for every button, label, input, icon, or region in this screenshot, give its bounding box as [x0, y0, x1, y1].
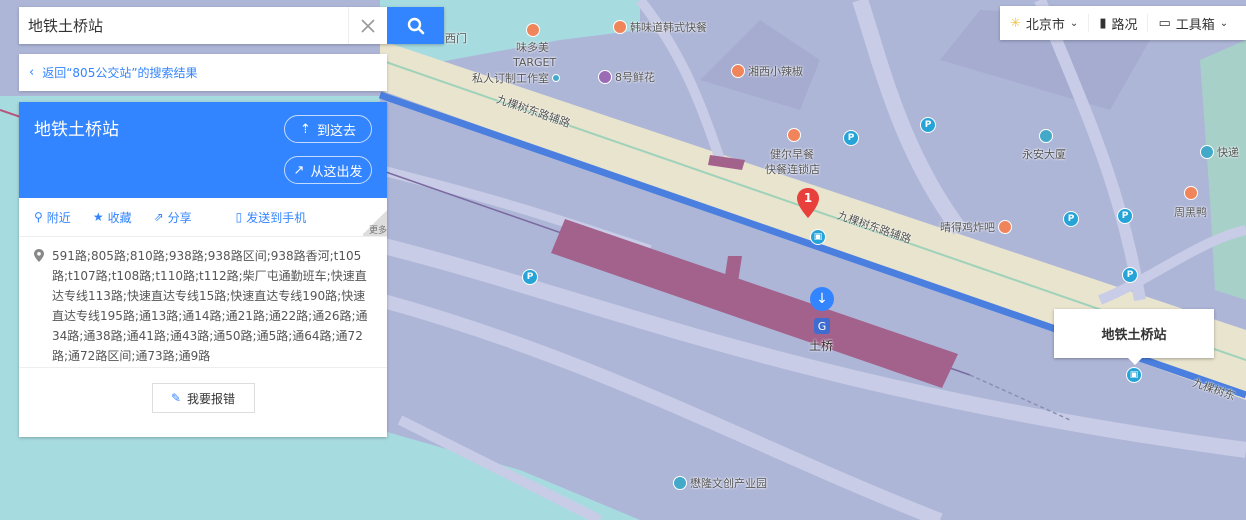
download-pin-icon: ↓ [810, 287, 834, 311]
poi-target[interactable]: TARGET [513, 56, 556, 69]
parking-icon[interactable]: P [920, 117, 936, 133]
bakery-icon [526, 23, 540, 37]
station-detail-panel: 地铁土桥站 ⇡ 到这去 ↗ 从这出发 ⚲ 附近 ★ 收藏 ⇗ 分享 ▯ 发送到手机 更多 5… [19, 102, 387, 437]
restaurant-icon [787, 128, 801, 142]
poi-zhouheiya-label: 周黑鸭 [1174, 206, 1207, 219]
phone-icon: ▯ [235, 210, 243, 224]
route-to-icon: ⇡ [300, 121, 311, 137]
poi-breakfast-label: 健尔早餐 [770, 148, 814, 161]
poi-chicken[interactable]: 晴得鸡炸吧 [940, 219, 1012, 235]
shop-icon [552, 74, 560, 82]
bus-stop-icon[interactable]: ▣ [1126, 367, 1142, 383]
location-pin-icon: ⚲ [34, 210, 43, 224]
top-right-toolbar: ✳ 北京市 ⌄ ▮ 路况 ▭ 工具箱 ⌄ [1000, 6, 1246, 40]
station-label: 土桥 [809, 339, 834, 353]
search-bar [19, 7, 444, 44]
poi-breakfast-icon[interactable] [787, 128, 801, 142]
poi-yongan-icon[interactable] [1039, 129, 1053, 143]
poi-ximen[interactable]: 西门 [445, 30, 467, 46]
weather-icon: ✳ [1010, 15, 1021, 31]
route-to-here-button[interactable]: ⇡ 到这去 [284, 115, 372, 143]
route-from-icon: ↗ [293, 162, 305, 178]
action-bar: ⚲ 附近 ★ 收藏 ⇗ 分享 ▯ 发送到手机 更多 [19, 198, 387, 237]
nearby-button[interactable]: ⚲ 附近 [34, 209, 71, 226]
poi-zhouheiya-icon[interactable] [1184, 186, 1198, 200]
poi-weiduomei[interactable] [526, 23, 540, 37]
bus-routes-list: 591路;805路;810路;938路;938路区间;938路香河;t105路;… [19, 237, 387, 367]
poi-hanweidao[interactable]: 韩味道韩式快餐 [613, 19, 707, 35]
parking-icon[interactable]: P [843, 130, 859, 146]
favorite-button[interactable]: ★ 收藏 [93, 209, 132, 226]
report-error-button[interactable]: ✎ 我要报错 [151, 383, 255, 413]
edit-icon: ✎ [170, 391, 182, 405]
poi-fastfood-label: 快餐连锁店 [765, 163, 820, 176]
flower-shop-icon [598, 70, 612, 84]
restaurant-icon [731, 64, 745, 78]
parking-icon[interactable]: P [522, 269, 538, 285]
search-icon [407, 17, 424, 34]
chevron-down-icon: ⌄ [1069, 17, 1079, 29]
parking-icon[interactable]: P [1122, 267, 1138, 283]
poi-flowers[interactable]: 8号鲜花 [598, 69, 655, 85]
toolbox-icon: ▭ [1158, 15, 1171, 31]
subway-icon: G [814, 318, 830, 334]
traffic-toggle[interactable]: ▮ 路况 [1089, 14, 1149, 33]
station-title: 地铁土桥站 [34, 120, 119, 139]
courier-icon [1200, 145, 1214, 159]
share-button[interactable]: ⇗ 分享 [154, 209, 192, 226]
traffic-light-icon: ▮ [1099, 15, 1107, 31]
location-pin-icon [34, 249, 44, 262]
restaurant-icon [998, 220, 1012, 234]
poi-studio[interactable]: 私人订制工作室 [472, 70, 560, 86]
chevron-left-icon: ‹ [29, 65, 35, 80]
parking-icon[interactable]: P [1117, 208, 1133, 224]
poi-maolong[interactable]: 懋隆文创产业园 [673, 475, 767, 491]
city-selector[interactable]: ✳ 北京市 ⌄ [1000, 14, 1090, 33]
subway-station-marker[interactable]: ↓ G 土桥 [808, 287, 836, 357]
restaurant-icon [613, 20, 627, 34]
search-input[interactable] [19, 7, 348, 44]
report-area: ✎ 我要报错 [19, 367, 387, 428]
clear-search-button[interactable] [348, 7, 387, 44]
poi-xiangxi[interactable]: 湘西小辣椒 [731, 63, 803, 79]
parking-icon[interactable]: P [1063, 211, 1079, 227]
toolbox-menu[interactable]: ▭ 工具箱 ⌄ [1148, 14, 1238, 33]
poi-yongan-label: 永安大厦 [1022, 148, 1066, 161]
share-icon: ⇗ [153, 210, 164, 224]
send-to-phone-button[interactable]: ▯ 发送到手机 [236, 209, 307, 226]
more-tag[interactable]: 更多 [363, 208, 387, 236]
poi-weiduomei-label: 味多美 [516, 41, 549, 54]
restaurant-icon [1184, 186, 1198, 200]
panel-header: 地铁土桥站 ⇡ 到这去 ↗ 从这出发 [19, 102, 387, 198]
building-icon [1039, 129, 1053, 143]
back-to-results-link[interactable]: ‹ 返回“805公交站”的搜索结果 [19, 54, 387, 91]
search-button[interactable] [387, 7, 444, 44]
marker-number: 1 [803, 191, 813, 205]
park-icon [673, 476, 687, 490]
star-icon: ★ [92, 210, 104, 224]
bus-stop-icon[interactable]: ▣ [810, 229, 826, 245]
chevron-down-icon: ⌄ [1219, 17, 1229, 29]
result-marker[interactable]: 1 [797, 188, 819, 218]
station-callout[interactable]: 地铁土桥站 [1054, 309, 1214, 365]
route-from-here-button[interactable]: ↗ 从这出发 [284, 156, 372, 184]
poi-kuaidi[interactable]: 快递 [1200, 144, 1239, 160]
close-icon [361, 18, 375, 33]
